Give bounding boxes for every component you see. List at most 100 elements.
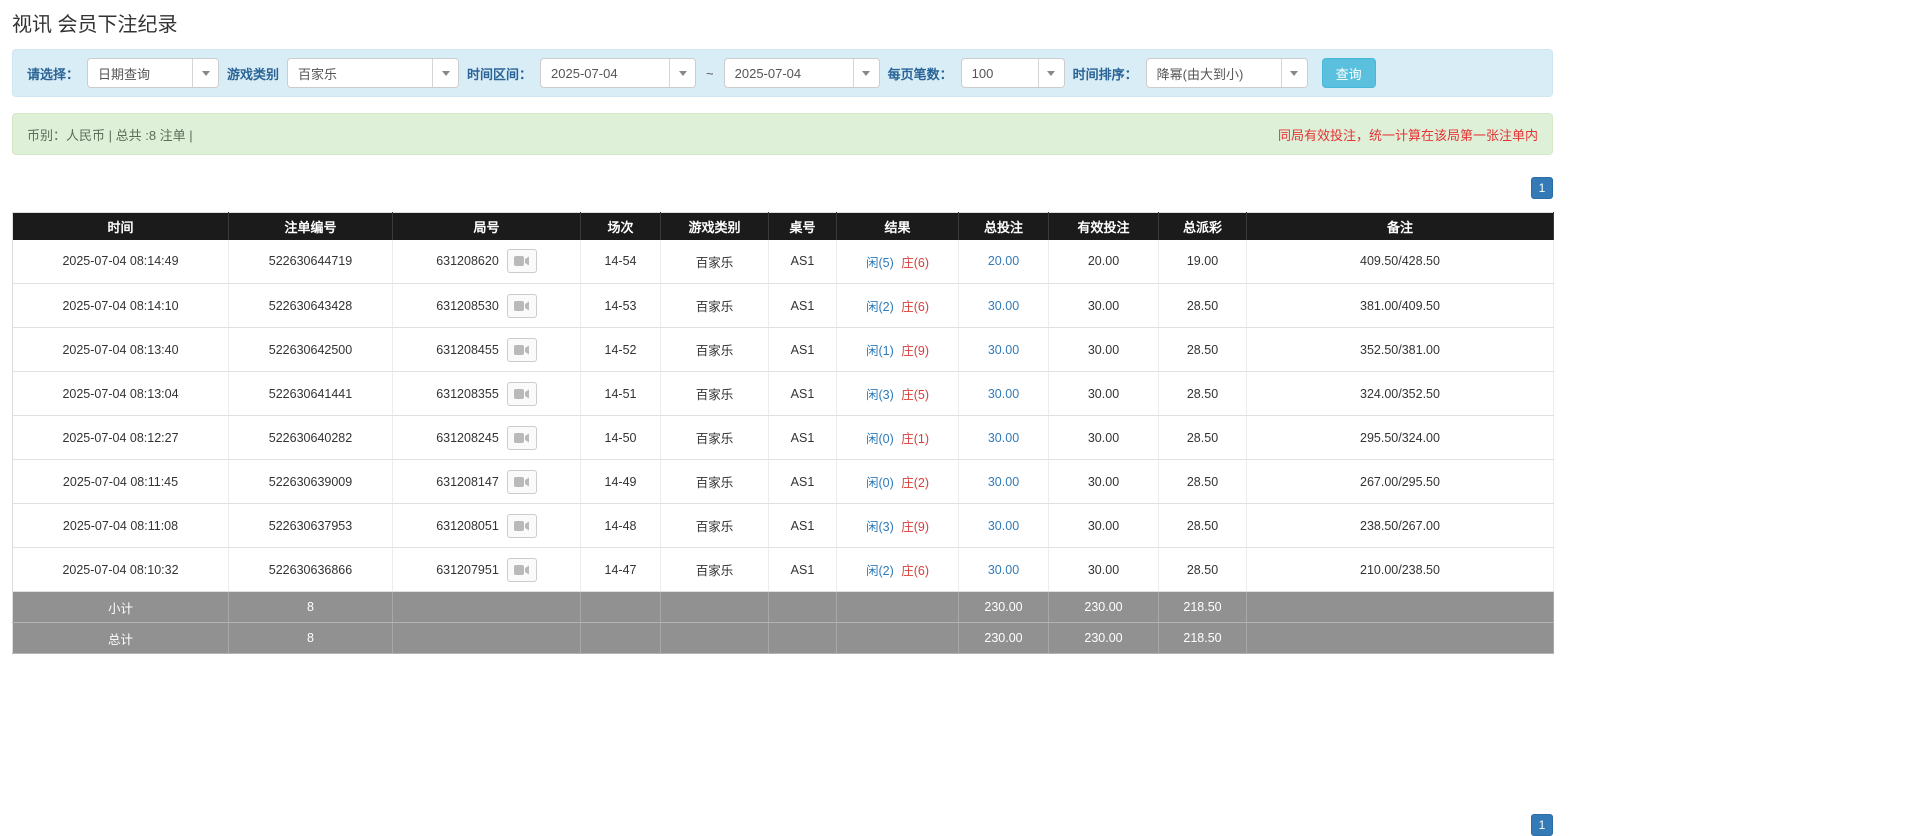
cell-round-id: 631207951 [392,547,581,592]
total-bet-link[interactable]: 30.00 [988,563,1019,577]
cell-time: 2025-07-04 08:14:10 [12,283,229,328]
column-header: 结果 [836,212,959,240]
column-header: 游戏类别 [660,212,769,240]
result-player: 闲(3) [865,388,894,402]
table-header-row: 时间 注单编号 局号 场次 游戏类别 桌号 结果 总投注 有效投注 总派彩 备注 [12,212,1554,240]
cell-total-bet: 30.00 [958,547,1049,592]
cell-table-no: AS1 [768,371,837,416]
cell-game-type: 百家乐 [660,371,769,416]
cell-total-bet: 30.00 [958,459,1049,504]
total-bet-link[interactable]: 30.00 [988,431,1019,445]
cell-remark: 409.50/428.50 [1246,239,1554,284]
subtotal-empty [1246,591,1554,623]
video-icon [513,476,529,487]
page-1-button[interactable]: 1 [1531,177,1553,199]
cell-table-no: AS1 [768,415,837,460]
sort-order-value: 降幂(由大到小) [1156,66,1244,82]
cell-valid-bet: 30.00 [1048,459,1159,504]
total-empty [836,622,959,654]
cell-table-no: AS1 [768,327,837,372]
column-header: 备注 [1246,212,1554,240]
column-header: 总派彩 [1158,212,1247,240]
total-empty [768,622,837,654]
table-row: 2025-07-04 08:11:45 522630639009 6312081… [12,459,1554,504]
cell-payout: 28.50 [1158,547,1247,592]
date-to-select[interactable]: 2025-07-04 [723,58,880,88]
chevron-down-icon [669,59,696,87]
view-video-button[interactable] [506,337,537,362]
search-button[interactable]: 查询 [1321,58,1376,88]
result-player: 闲(2) [865,300,894,314]
cell-session: 14-51 [580,371,661,416]
total-label: 总计 [12,622,229,654]
cell-payout: 28.50 [1158,503,1247,548]
cell-payout: 28.50 [1158,283,1247,328]
cell-payout: 28.50 [1158,327,1247,372]
total-empty [392,622,581,654]
page: 视讯 会员下注纪录 请选择： 日期查询 游戏类别 百家乐 时间区间： 2025-… [12,0,1554,836]
cell-payout: 28.50 [1158,415,1247,460]
subtotal-row: 小计 8 230.00 230.00 218.50 [12,591,1554,623]
subtotal-label: 小计 [12,591,229,623]
total-bet-link[interactable]: 20.00 [988,254,1019,268]
game-type-select[interactable]: 百家乐 [287,58,460,88]
cell-game-type: 百家乐 [660,283,769,328]
cell-session: 14-49 [580,459,661,504]
page-size-select[interactable]: 100 [960,58,1065,88]
cell-game-type: 百家乐 [660,415,769,460]
view-video-button[interactable] [506,425,537,450]
cell-table-no: AS1 [768,239,837,284]
total-bet-link[interactable]: 30.00 [988,387,1019,401]
view-video-button[interactable] [506,513,537,538]
round-id-text: 631208355 [436,386,499,401]
summary-bar: 币别：人民币 | 总共 :8 注单 | 同局有效投注，统一计算在该局第一张注单内 [12,113,1553,155]
view-video-button[interactable] [506,469,537,494]
result-player: 闲(2) [865,564,894,578]
cell-time: 2025-07-04 08:11:08 [12,503,229,548]
table-row: 2025-07-04 08:11:08 522630637953 6312080… [12,503,1554,548]
subtotal-total-bet: 230.00 [958,591,1049,623]
view-video-button[interactable] [506,249,537,274]
view-video-button[interactable] [506,557,537,582]
cell-total-bet: 30.00 [958,283,1049,328]
cell-bet-id: 522630637953 [228,503,393,548]
column-header: 有效投注 [1048,212,1159,240]
date-from-select[interactable]: 2025-07-04 [540,58,697,88]
view-video-button[interactable] [506,293,537,318]
cell-valid-bet: 30.00 [1048,327,1159,372]
query-type-value: 日期查询 [98,66,151,82]
query-type-label: 请选择： [27,66,80,82]
cell-round-id: 631208147 [392,459,581,504]
subtotal-empty [392,591,581,623]
column-header: 总投注 [958,212,1049,240]
subtotal-empty [768,591,837,623]
video-icon [513,564,529,575]
query-type-select[interactable]: 日期查询 [87,58,220,88]
round-id-text: 631208530 [436,298,499,313]
result-banker: 庄(9) [901,520,930,534]
result-banker: 庄(1) [901,432,930,446]
total-bet-link[interactable]: 30.00 [988,299,1019,313]
video-icon [513,300,529,311]
total-bet-link[interactable]: 30.00 [988,343,1019,357]
total-bet-link[interactable]: 30.00 [988,519,1019,533]
cell-payout: 28.50 [1158,371,1247,416]
cell-bet-id: 522630642500 [228,327,393,372]
view-video-button[interactable] [506,381,537,406]
chevron-down-icon [852,59,879,87]
cell-valid-bet: 30.00 [1048,371,1159,416]
cell-round-id: 631208245 [392,415,581,460]
column-header: 桌号 [768,212,837,240]
chevron-down-icon [1280,59,1307,87]
total-valid-bet: 230.00 [1048,622,1159,654]
round-id-text: 631208455 [436,342,499,357]
cell-table-no: AS1 [768,459,837,504]
total-empty [660,622,769,654]
column-header: 局号 [392,212,581,240]
page-1-button[interactable]: 1 [1531,814,1553,836]
cell-result: 闲(3) 庄(5) [836,371,959,416]
total-bet-link[interactable]: 30.00 [988,475,1019,489]
sort-order-select[interactable]: 降幂(由大到小) [1145,58,1308,88]
result-banker: 庄(6) [901,255,930,270]
cell-session: 14-48 [580,503,661,548]
